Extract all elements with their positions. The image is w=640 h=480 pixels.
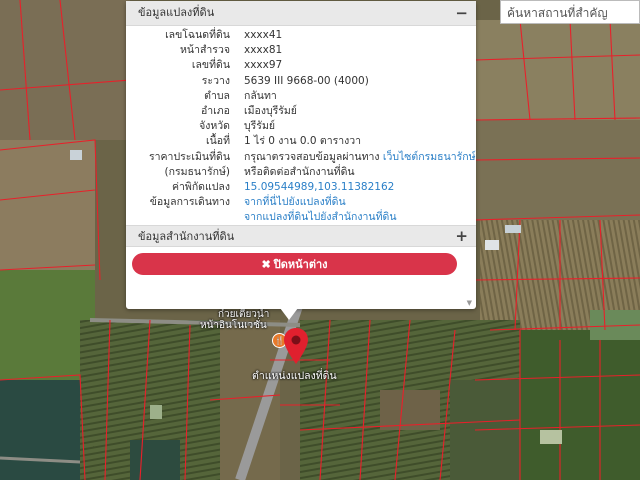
row-travel: ข้อมูลการเดินทาง จากที่นี่ไปยังแปลงที่ดิ…	[126, 195, 476, 210]
row-deed-number: เลขโฉนดที่ดิน xxxx41	[126, 28, 476, 43]
row-label: เลขโฉนดที่ดิน	[165, 29, 230, 41]
row-label: ตำบล	[204, 89, 230, 102]
row-label: ค่าพิกัดแปลง	[171, 180, 230, 193]
row-province: จังหวัด บุรีรัมย์	[126, 119, 476, 134]
location-pin-icon[interactable]	[284, 328, 308, 364]
map-label-shop-2: หน้าอินโนเวชั่น	[200, 320, 267, 331]
row-travel-2: จากแปลงที่ดินไปยังสำนักงานที่ดิน	[126, 210, 476, 225]
row-label: ข้อมูลการเดินทาง	[149, 196, 230, 209]
map-label-parcel-position: ตำแหน่งแปลงที่ดิน	[252, 370, 337, 382]
row-value: กลันทา	[244, 89, 277, 102]
row-appraisal-price-2: (กรมธนารักษ์) หรือติดต่อสำนักงานที่ดิน	[126, 165, 476, 180]
row-value: บุรีรัมย์	[244, 120, 276, 133]
row-value: กรุณาตรวจสอบข้อมูลผ่านทาง เว็บไซต์กรมธนา…	[230, 150, 476, 165]
row-district: อำเภอ เมืองบุรีรัมย์	[126, 104, 476, 119]
row-subdistrict: ตำบล กลันทา	[126, 89, 476, 104]
row-value: เมืองบุรีรัมย์	[244, 104, 297, 117]
land-office-header-title: ข้อมูลสำนักงานที่ดิน	[138, 230, 235, 243]
row-label: จังหวัด	[199, 120, 230, 133]
row-label: (กรมธนารักษ์)	[164, 165, 230, 178]
row-land-number: เลขที่ดิน xxxx97	[126, 58, 476, 73]
row-label	[126, 210, 230, 225]
collapse-icon[interactable]: −	[455, 1, 468, 25]
row-area: เนื้อที่ 1 ไร่ 0 งาน 0.0 ตารางวา	[126, 134, 476, 149]
scroll-down-icon[interactable]: ▼	[467, 299, 472, 307]
row-label: เลขที่ดิน	[191, 59, 230, 72]
route-to-parcel-link[interactable]: จากที่นี่ไปยังแปลงที่ดิน	[230, 195, 346, 210]
expand-icon[interactable]: +	[455, 226, 468, 246]
appraisal-text: กรุณาตรวจสอบข้อมูลผ่านทาง	[244, 150, 380, 163]
row-label: ราคาประเมินที่ดิน	[148, 150, 230, 163]
row-label: อำเภอ	[200, 104, 230, 117]
parcel-info-rows: เลขโฉนดที่ดิน xxxx41 หน้าสำรวจ xxxx81 เลขท…	[126, 26, 476, 225]
row-value: 5639 III 9668-00 (4000)	[244, 74, 369, 87]
row-value: 1 ไร่ 0 งาน 0.0 ตารางวา	[244, 135, 362, 148]
coordinates-link[interactable]: 15.09544989,103.11382162	[230, 180, 394, 195]
parcel-info-header[interactable]: ข้อมูลแปลงที่ดิน −	[126, 1, 476, 26]
row-appraisal-price: ราคาประเมินที่ดิน กรุณาตรวจสอบข้อมูลผ่าน…	[126, 150, 476, 165]
row-value: xxxx81	[244, 44, 283, 57]
row-label: ระวาง	[201, 74, 230, 87]
row-value: หรือติดต่อสำนักงานที่ดิน	[244, 165, 355, 178]
row-value: xxxx41	[244, 29, 283, 41]
parcel-info-popup: ข้อมูลแปลงที่ดิน − เลขโฉนดที่ดิน xxxx41 ห…	[126, 1, 476, 309]
parcel-info-header-title: ข้อมูลแปลงที่ดิน	[138, 6, 215, 19]
close-icon: ✖	[261, 259, 271, 271]
search-input[interactable]: ค้นหาสถานที่สำคัญ	[500, 0, 640, 24]
land-office-header[interactable]: ข้อมูลสำนักงานที่ดิน +	[126, 225, 476, 247]
route-to-office-link[interactable]: จากแปลงที่ดินไปยังสำนักงานที่ดิน	[230, 210, 397, 225]
row-label: หน้าสำรวจ	[180, 44, 230, 57]
row-survey-page: หน้าสำรวจ xxxx81	[126, 43, 476, 58]
row-label: เนื้อที่	[206, 135, 230, 148]
close-window-button[interactable]: ✖ ปิดหน้าต่าง	[132, 253, 457, 275]
popup-pointer	[280, 308, 298, 320]
row-coordinates: ค่าพิกัดแปลง 15.09544989,103.11382162	[126, 180, 476, 195]
close-window-label: ปิดหน้าต่าง	[273, 259, 328, 271]
row-map-sheet: ระวาง 5639 III 9668-00 (4000)	[126, 74, 476, 89]
treasury-website-link[interactable]: เว็บไซต์กรมธนารักษ์	[383, 151, 476, 163]
row-value: xxxx97	[244, 59, 283, 72]
